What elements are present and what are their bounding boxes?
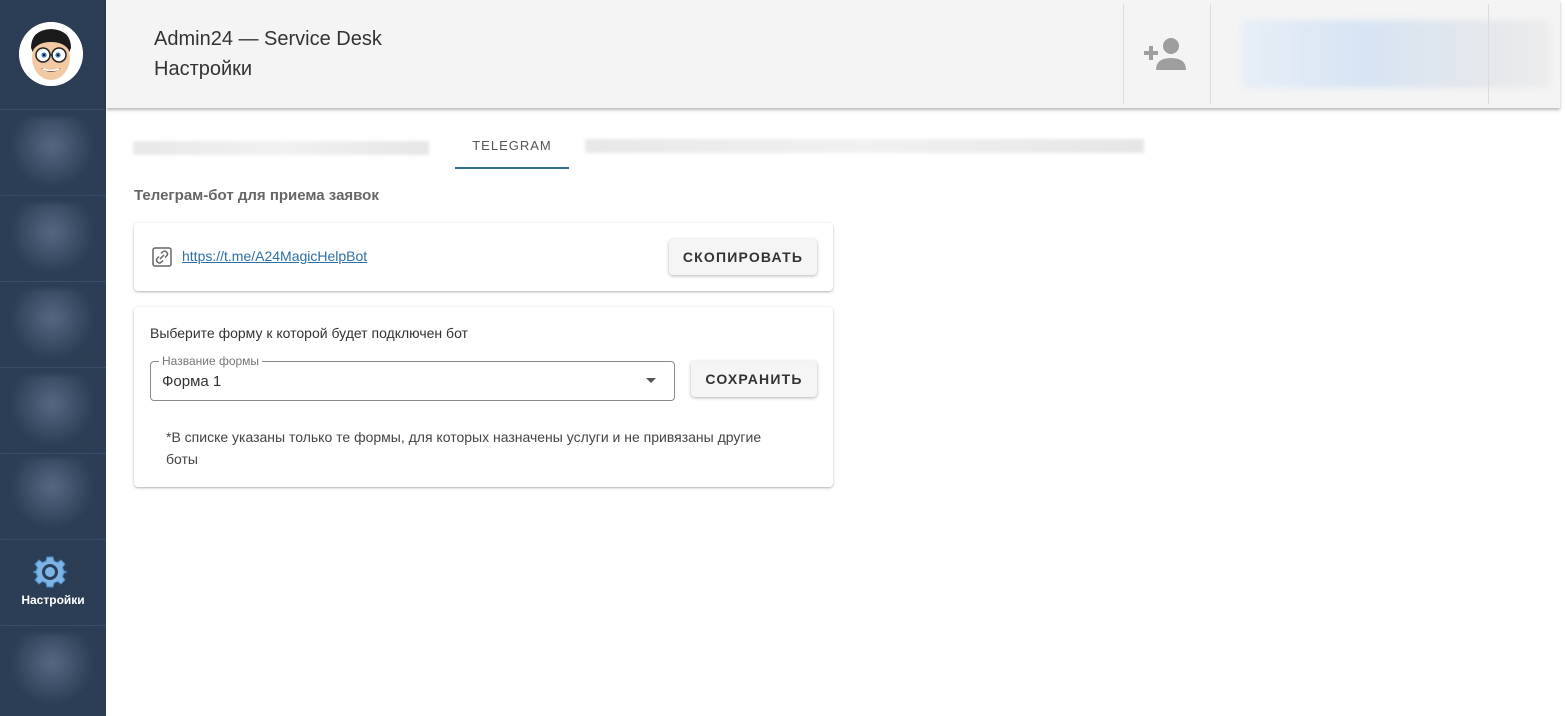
save-button[interactable]: СОХРАНИТЬ [691,361,817,397]
sidebar-item-hidden[interactable] [8,458,96,534]
sidebar-item-settings[interactable]: Настройки [0,540,106,625]
sidebar-divider [0,281,106,282]
form-note: *В списке указаны только те формы, для к… [166,429,762,467]
section-title: Телеграм-бот для приема заявок [134,187,379,204]
sidebar-divider [0,367,106,368]
add-user-button[interactable] [1143,36,1189,72]
form-select-label: Название формы [159,354,263,368]
tab-hidden[interactable] [585,139,1144,153]
sidebar-item-hidden[interactable] [8,117,96,193]
sidebar-item-label: Настройки [21,593,85,607]
top-header: Admin24 — Service Desk Настройки [106,0,1560,108]
sidebar-divider [0,453,106,454]
sidebar-divider [0,109,106,110]
sidebar-item-hidden[interactable] [8,634,96,710]
app-title: Admin24 — Service Desk [154,28,382,50]
copy-button[interactable]: СКОПИРОВАТЬ [669,239,817,275]
user-profile-menu[interactable] [1242,20,1550,88]
cartoon-avatar-icon [19,22,83,86]
header-divider [1123,4,1124,104]
tab-telegram[interactable]: TELEGRAM [455,127,569,169]
sidebar-item-hidden[interactable] [8,203,96,279]
sidebar-divider [0,625,106,626]
form-hint: Выберите форму к которой будет подключен… [150,325,468,341]
active-tab-indicator [455,167,569,169]
person-add-icon [1144,38,1186,70]
form-select-card: Выберите форму к которой будет подключен… [134,307,833,487]
sidebar: Настройки [0,0,106,716]
tab-label: TELEGRAM [472,138,552,153]
user-avatar[interactable] [19,22,83,86]
sidebar-item-hidden[interactable] [8,375,96,451]
form-select[interactable]: Название формы Форма 1 [150,354,675,401]
header-divider [1210,4,1211,104]
form-select-value: Форма 1 [162,373,222,390]
bot-link[interactable]: https://t.me/A24MagicHelpBot [182,248,367,264]
header-divider [1488,4,1489,104]
page-title: Настройки [154,58,253,80]
gear-icon [33,556,67,588]
caret-down-icon [646,378,656,383]
tab-hidden[interactable] [133,141,429,155]
bot-link-card: https://t.me/A24MagicHelpBot СКОПИРОВАТЬ [134,223,833,291]
sidebar-divider [0,195,106,196]
sidebar-item-hidden[interactable] [8,289,96,365]
link-icon [152,247,172,267]
